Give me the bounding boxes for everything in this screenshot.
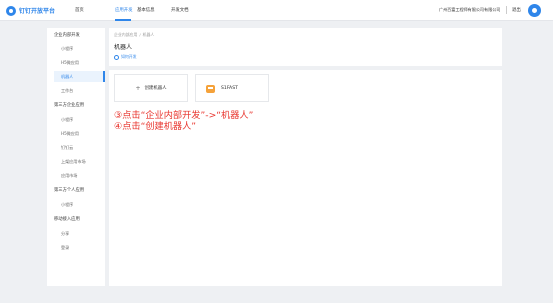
sidebar-item-h5-app[interactable]: H5微应用: [61, 60, 79, 66]
breadcrumb-separator: /: [139, 32, 141, 37]
sidebar-item-dingtalk-cloud[interactable]: 钉钉云: [61, 145, 73, 151]
sidebar-group-mobile-access[interactable]: 移动接入应用: [54, 216, 80, 222]
sidebar-item-login[interactable]: 登录: [61, 245, 69, 251]
company-name: 广州百富工程师有限公司有限公司: [439, 7, 501, 12]
top-navigation-bar: 钉钉开放平台 首页 应用开发 基本信息 开发文档 广州百富工程师有限公司有限公司…: [0, 0, 553, 21]
docs-link-label: 如何开发: [121, 54, 137, 59]
logo[interactable]: 钉钉开放平台: [6, 5, 55, 16]
logo-text: 钉钉开放平台: [19, 8, 56, 15]
sidebar-group-third-party-personal[interactable]: 第三方个人应用: [54, 187, 84, 193]
breadcrumb: 企业内部应用 / 机器人: [114, 32, 154, 38]
active-item-indicator: [103, 71, 105, 82]
nav-app-development[interactable]: 应用开发: [115, 7, 133, 13]
nav-home[interactable]: 首页: [75, 7, 84, 13]
sidebar-item-publish-market[interactable]: 上架应用市场: [61, 159, 86, 165]
docs-link[interactable]: 如何开发: [114, 54, 137, 60]
robot-card[interactable]: S1FAST: [195, 74, 269, 102]
sidebar-group-internal[interactable]: 企业内部开发: [54, 32, 80, 38]
divider: [506, 6, 507, 14]
breadcrumb-item-robot: 机器人: [142, 32, 155, 37]
nav-basic-info[interactable]: 基本信息: [137, 7, 155, 13]
robot-name: S1FAST: [221, 86, 238, 91]
dingtalk-logo-icon: [6, 5, 16, 16]
sidebar-item-label: 机器人: [61, 74, 74, 79]
sidebar: 企业内部开发 小程序 H5微应用 机器人 工作台 第三方企业应用 小程序 H5微…: [47, 28, 105, 286]
sidebar-group-third-party-enterprise[interactable]: 第三方企业应用: [54, 102, 84, 108]
nav-dev-docs[interactable]: 开发文档: [171, 7, 189, 13]
avatar[interactable]: [528, 4, 541, 17]
annotation-step-4: ④点击“创建机器人”: [114, 121, 197, 132]
page-header: 企业内部应用 / 机器人 机器人 如何开发: [109, 28, 502, 66]
info-icon: [114, 54, 119, 60]
sidebar-item-mini-program-2[interactable]: 小程序: [61, 117, 73, 123]
sidebar-item-app-market[interactable]: 应用市场: [61, 173, 77, 179]
page-title: 机器人: [114, 44, 133, 51]
sidebar-item-h5-app-2[interactable]: H5微应用: [61, 131, 79, 137]
robot-icon: [206, 85, 215, 93]
active-nav-indicator: [115, 19, 131, 21]
sidebar-item-mini-program-3[interactable]: 小程序: [61, 202, 73, 208]
sidebar-item-mini-program[interactable]: 小程序: [61, 46, 73, 52]
breadcrumb-item-internal-apps[interactable]: 企业内部应用: [114, 32, 137, 37]
robot-list-panel: + 创建机器人 S1FAST ③点击“企业内部开发”->“机器人” ④点击“创建…: [109, 70, 502, 286]
sidebar-item-share[interactable]: 分享: [61, 231, 69, 237]
logout-link[interactable]: 退出: [512, 7, 521, 13]
sidebar-item-robot[interactable]: 机器人: [54, 71, 105, 82]
sidebar-item-workbench[interactable]: 工作台: [61, 88, 73, 94]
create-robot-label: 创建机器人: [144, 86, 167, 91]
plus-icon: +: [135, 84, 141, 92]
create-robot-button[interactable]: + 创建机器人: [114, 74, 188, 102]
